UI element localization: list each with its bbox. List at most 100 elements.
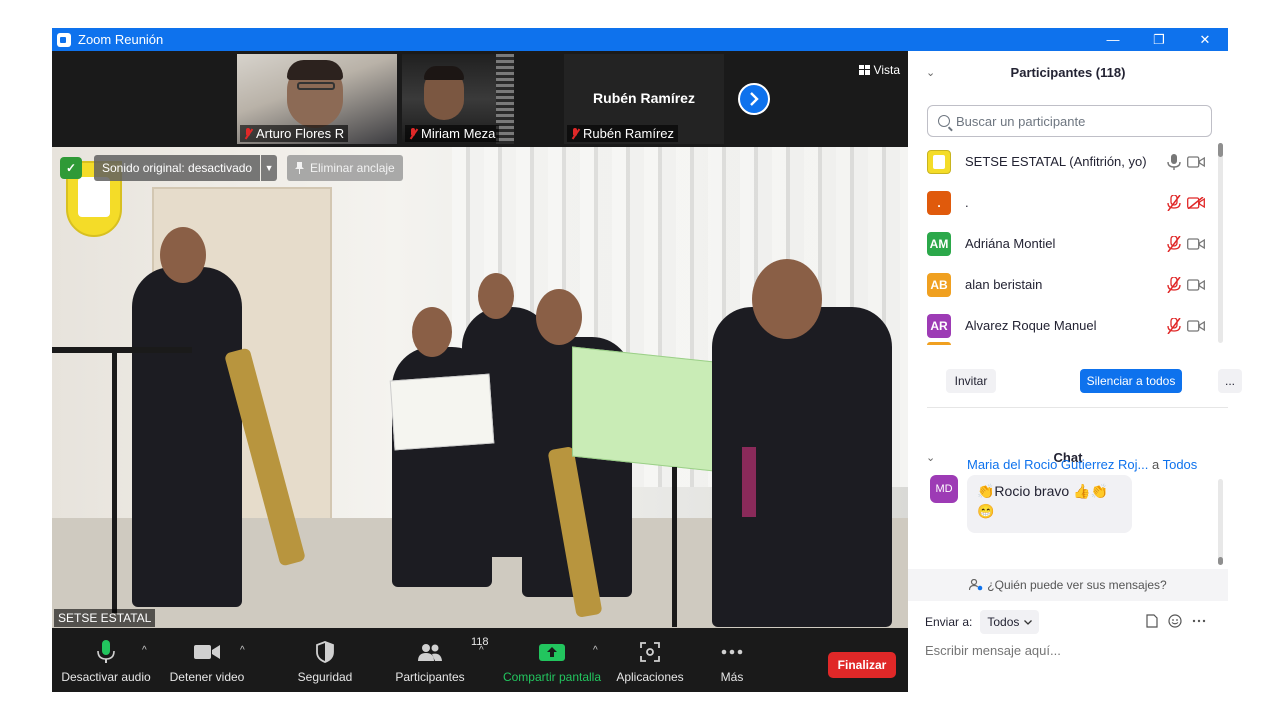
main-video: ✓ Sonido original: desactivado ▼ Elimina… — [52, 147, 908, 628]
thumbnail-strip: Arturo Flores R Miriam Meza Rubén Ramíre… — [52, 51, 908, 147]
microphone-muted-icon[interactable] — [1167, 235, 1181, 252]
invite-button[interactable]: Invitar — [946, 369, 996, 393]
avatar: AM — [927, 231, 951, 256]
search-icon — [938, 115, 950, 127]
share-screen-icon — [539, 644, 565, 661]
thumbnail-name: Arturo Flores R — [240, 125, 349, 142]
side-panel: ⌄ Participantes (118) Buscar un particip… — [908, 51, 1242, 692]
mute-button[interactable]: Desactivar audio — [61, 638, 151, 684]
next-page-button[interactable] — [738, 83, 770, 115]
who-can-see-messages-link[interactable]: ¿Quién puede ver sus mensajes? — [908, 569, 1228, 601]
security-button[interactable]: Seguridad — [292, 638, 358, 684]
title-bar: Zoom Reunión — ❐ ✕ — [52, 28, 1228, 51]
thumbnail-name: Rubén Ramírez — [567, 125, 679, 142]
zoom-window: Zoom Reunión — ❐ ✕ Arturo Flores R Miria… — [52, 28, 1242, 692]
participant-row[interactable]: . . — [908, 182, 1218, 223]
participants-button[interactable]: 118 Participantes — [392, 636, 488, 684]
more-button[interactable]: Más — [712, 638, 752, 684]
shield-icon — [316, 641, 334, 663]
recipient[interactable]: Todos — [1163, 457, 1198, 472]
stop-video-button[interactable]: Detener video — [164, 638, 250, 684]
chat-message-input[interactable] — [925, 639, 1215, 661]
mic-muted-icon — [408, 127, 418, 140]
collapse-participants-chevron-icon[interactable]: ⌄ — [926, 66, 935, 79]
mic-muted-icon — [243, 127, 253, 140]
chevron-down-icon[interactable]: ▼ — [261, 155, 278, 181]
video-camera-icon[interactable] — [1187, 155, 1205, 168]
person-eye-icon — [969, 579, 983, 591]
video-camera-icon[interactable] — [1187, 319, 1205, 332]
close-button[interactable]: ✕ — [1182, 28, 1228, 51]
original-sound-control: ✓ Sonido original: desactivado ▼ — [60, 155, 278, 181]
video-camera-icon — [194, 645, 220, 659]
avatar: AR — [927, 313, 951, 338]
avatar: . — [927, 190, 951, 215]
participants-options-caret[interactable]: ^ — [479, 645, 484, 656]
view-button[interactable]: Vista — [858, 63, 900, 77]
participant-search-input[interactable]: Buscar un participante — [927, 105, 1212, 137]
file-icon[interactable] — [1146, 614, 1158, 628]
chat-sender: Maria del Rocio Gutierrez Roj... a Todos — [967, 457, 1198, 472]
send-to-dropdown[interactable]: Todos — [980, 610, 1040, 634]
pin-icon — [295, 162, 304, 174]
microphone-muted-icon[interactable] — [1167, 194, 1181, 211]
thumbnail-video[interactable]: Arturo Flores R — [237, 54, 397, 144]
divider — [927, 407, 1228, 408]
more-dots-icon[interactable] — [1192, 614, 1206, 628]
chat-message-text: 👏Rocio bravo 👍👏 😁 — [967, 475, 1132, 533]
thumbnail-name: Miriam Meza — [405, 125, 500, 142]
chat-message: MD Maria del Rocio Gutierrez Roj... a To… — [908, 455, 1228, 565]
singer-head — [160, 227, 206, 283]
participant-list-scrollbar[interactable] — [1218, 143, 1223, 343]
participants-header: ⌄ Participantes (118) — [926, 64, 1126, 80]
microphone-icon[interactable] — [1167, 153, 1181, 170]
avatar-partial — [927, 342, 951, 345]
mute-all-button[interactable]: Silenciar a todos — [1080, 369, 1182, 393]
participant-list: SETSE ESTATAL (Anfitrión, yo) . . AM Adr… — [908, 141, 1218, 345]
meeting-toolbar: Desactivar audio ^ Detener video ^ Segur… — [52, 628, 908, 692]
singer — [132, 267, 242, 607]
zoom-app-icon — [57, 32, 71, 47]
chat-tools — [1146, 614, 1206, 628]
participants-icon — [418, 644, 442, 661]
thumbnail-display-name: Rubén Ramírez — [593, 90, 695, 106]
microphone-muted-icon[interactable] — [1167, 276, 1181, 293]
share-screen-button[interactable]: Compartir pantalla — [500, 638, 604, 684]
restore-button[interactable]: ❐ — [1136, 28, 1182, 51]
video-camera-icon[interactable] — [1187, 278, 1205, 291]
microphone-icon — [97, 640, 115, 663]
thumbnail-video[interactable]: Rubén Ramírez Rubén Ramírez — [564, 54, 724, 144]
original-sound-button[interactable]: Sonido original: desactivado — [94, 155, 261, 181]
thumbnail-video[interactable]: Miriam Meza — [402, 54, 514, 144]
chevron-down-icon — [1024, 619, 1033, 625]
send-to-row: Enviar a: Todos — [925, 610, 1040, 634]
apps-button[interactable]: Aplicaciones — [614, 638, 686, 684]
video-area: Arturo Flores R Miriam Meza Rubén Ramíre… — [52, 51, 908, 628]
end-meeting-button[interactable]: Finalizar — [828, 652, 896, 678]
sender-name[interactable]: Maria del Rocio Gutierrez Roj... — [967, 457, 1148, 472]
unpin-button[interactable]: Eliminar anclaje — [287, 155, 403, 181]
window-title: Zoom Reunión — [78, 32, 164, 47]
mic-muted-icon — [570, 127, 580, 140]
participant-row[interactable]: SETSE ESTATAL (Anfitrión, yo) — [908, 141, 1218, 182]
share-options-caret[interactable]: ^ — [593, 645, 598, 656]
chat-scrollbar[interactable] — [1218, 479, 1223, 565]
audio-options-caret[interactable]: ^ — [142, 645, 147, 656]
participant-row[interactable]: AR Alvarez Roque Manuel — [908, 305, 1218, 345]
avatar — [927, 149, 951, 174]
grid-icon — [858, 65, 870, 75]
microphone-muted-icon[interactable] — [1167, 317, 1181, 334]
emoji-icon[interactable] — [1168, 614, 1182, 628]
video-off-icon[interactable] — [1187, 196, 1205, 209]
apps-icon — [640, 642, 660, 662]
active-speaker-name: SETSE ESTATAL — [54, 609, 156, 627]
video-camera-icon[interactable] — [1187, 237, 1205, 250]
minimize-button[interactable]: — — [1090, 28, 1136, 51]
participant-row[interactable]: AB alan beristain — [908, 264, 1218, 305]
more-options-button[interactable]: ... — [1218, 369, 1242, 393]
participant-row[interactable]: AM Adriána Montiel — [908, 223, 1218, 264]
encryption-shield-icon: ✓ — [60, 157, 82, 179]
more-dots-icon — [721, 649, 743, 655]
video-options-caret[interactable]: ^ — [240, 645, 245, 656]
chevron-right-icon — [750, 92, 759, 106]
